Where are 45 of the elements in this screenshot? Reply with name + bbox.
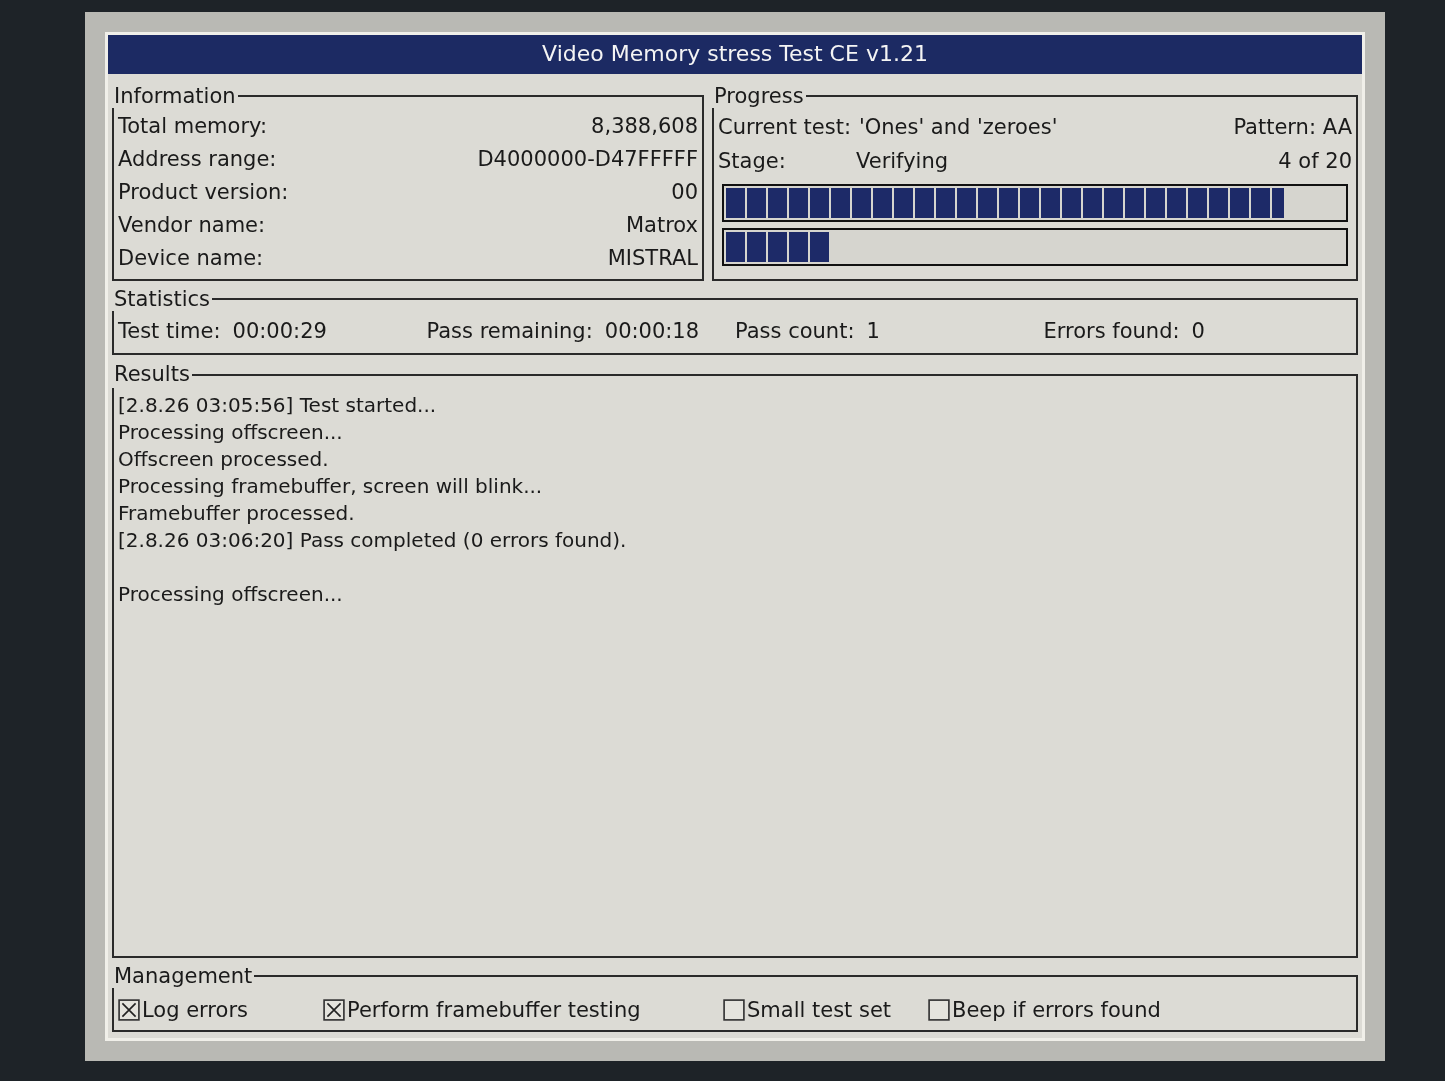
info-label: Product version: [118, 179, 289, 206]
log-line: Processing offscreen... [118, 419, 343, 446]
stage-label: Stage: [718, 148, 787, 175]
group-title: Management [113, 964, 254, 988]
pattern-text: Pattern: AA [1233, 114, 1352, 141]
checkbox-icon[interactable] [118, 999, 140, 1021]
info-label: Address range: [118, 146, 277, 173]
log-line: Processing framebuffer, screen will blink... [118, 473, 543, 500]
current-test-value: 'Ones' and 'zeroes' [858, 114, 1059, 141]
info-label: Total memory: [118, 113, 267, 140]
log-line: Offscreen processed. [118, 446, 329, 473]
info-label: Vendor name: [118, 212, 266, 239]
stat-label: Pass count: [735, 319, 855, 343]
stat-label: Test time: [118, 319, 221, 343]
option-checkbox[interactable]: Log errors [118, 998, 323, 1022]
window-title: Video Memory stress Test CE v1.21 [108, 35, 1362, 74]
info-label: Device name: [118, 245, 264, 272]
log-line: [2.8.26 03:06:20] Pass completed (0 errors found). [118, 527, 627, 554]
info-value: 00 [671, 179, 698, 206]
info-value: Matrox [625, 212, 698, 239]
stat-label: Errors found: [1043, 319, 1180, 343]
option-checkbox[interactable]: Beep if errors found [928, 998, 1161, 1022]
stat-value: 0 [1191, 319, 1205, 343]
stat-label: Pass remaining: [426, 319, 593, 343]
group-title: Progress [713, 84, 805, 108]
info-value: D4000000-D47FFFFF [477, 146, 698, 173]
checkbox-icon[interactable] [928, 999, 950, 1021]
group-title: Statistics [113, 287, 211, 311]
group-title: Information [113, 84, 237, 108]
checkbox-icon[interactable] [723, 999, 745, 1021]
log-line: [2.8.26 03:05:56] Test started... [118, 392, 437, 419]
info-value: MISTRAL [607, 245, 698, 272]
option-checkbox[interactable]: Perform framebuffer testing [323, 998, 723, 1022]
option-checkbox[interactable]: Small test set [723, 998, 928, 1022]
stage-value: Verifying [856, 148, 950, 175]
info-value: 8,388,608 [591, 113, 698, 140]
group-title: Results [113, 361, 191, 388]
stat-value: 00:00:18 [604, 319, 700, 343]
log-line: Framebuffer processed. [118, 500, 355, 527]
checkbox-icon[interactable] [323, 999, 345, 1021]
log-line: Processing offscreen... [118, 581, 343, 608]
current-test-label: Current test: [718, 114, 852, 141]
stat-value: 1 [866, 319, 880, 343]
step-count: 4 of 20 [1278, 148, 1352, 175]
stat-value: 00:00:29 [232, 319, 327, 343]
